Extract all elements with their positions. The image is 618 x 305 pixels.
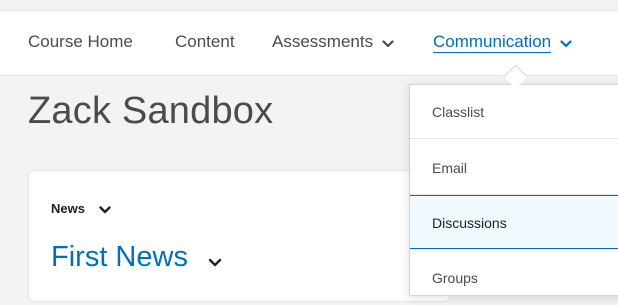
nav-content[interactable]: Content: [175, 32, 235, 52]
news-widget-header[interactable]: News: [51, 201, 111, 217]
news-item-title-label: First News: [51, 241, 188, 273]
nav-assessments[interactable]: Assessments: [272, 32, 394, 53]
menu-item-groups[interactable]: Groups: [410, 251, 618, 305]
communication-dropdown-menu: Classlist Email Discussions Groups: [409, 84, 618, 296]
menu-item-classlist[interactable]: Classlist: [410, 85, 618, 139]
menu-item-groups-label: Groups: [432, 270, 478, 286]
news-item-title[interactable]: First News: [51, 241, 222, 275]
menu-item-classlist-label: Classlist: [432, 104, 485, 120]
nav-course-home[interactable]: Course Home: [28, 32, 133, 52]
nav-communication-label: Communication: [433, 32, 552, 53]
chevron-down-icon: [560, 33, 572, 53]
nav-course-home-label: Course Home: [28, 32, 133, 51]
menu-item-discussions[interactable]: Discussions: [410, 195, 618, 249]
menu-item-discussions-label: Discussions: [432, 215, 507, 231]
chevron-down-icon: [382, 33, 394, 53]
nav-assessments-label: Assessments: [272, 32, 374, 51]
nav-communication[interactable]: Communication: [433, 32, 572, 53]
news-widget: News First News: [28, 170, 450, 302]
course-navbar: Course Home Content Assessments Communic…: [0, 11, 618, 76]
news-widget-title: News: [51, 201, 85, 216]
chevron-down-icon[interactable]: [98, 202, 111, 217]
menu-item-email[interactable]: Email: [410, 141, 618, 195]
menu-item-email-label: Email: [432, 160, 468, 176]
nav-content-label: Content: [175, 32, 235, 51]
chevron-down-icon[interactable]: [208, 242, 222, 275]
page-title: Zack Sandbox: [28, 90, 274, 132]
